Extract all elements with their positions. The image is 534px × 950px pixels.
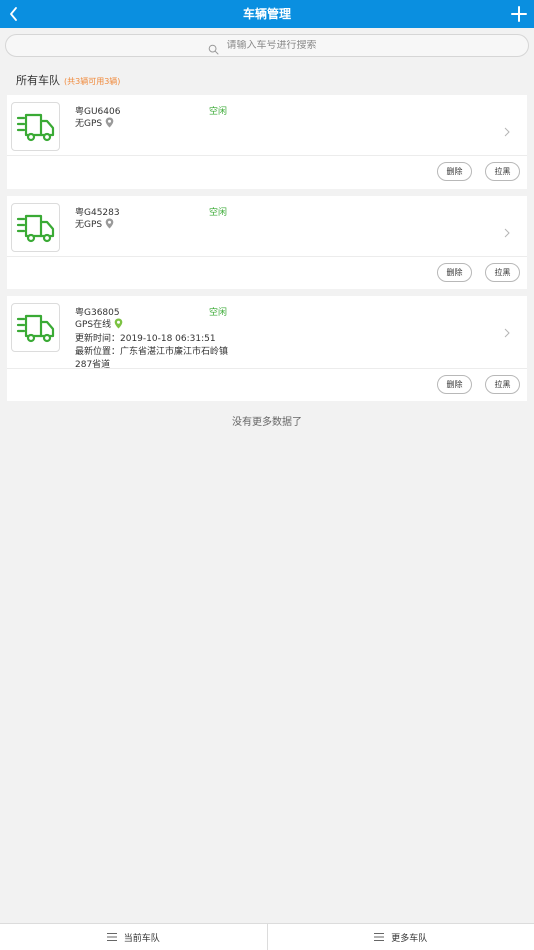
page-title: 车辆管理 [242, 7, 291, 21]
blacklist-button[interactable]: 拉黑 [485, 263, 520, 282]
latest-location: 最新位置：广东省湛江市廉江市石岭镇 [75, 347, 229, 357]
tab-current-fleet[interactable]: 当前车队 [0, 924, 267, 950]
list-end-text: 没有更多数据了 [232, 417, 302, 428]
tab-more-fleets[interactable]: 更多车队 [266, 924, 534, 950]
gps-status: 无GPS [75, 217, 114, 230]
delete-button[interactable]: 删除 [437, 162, 472, 181]
search-bar[interactable] [5, 34, 529, 57]
vehicle-card: 粤G45283 空闲 无GPS 删除 拉黑 [7, 196, 527, 289]
gps-status-label: GPS在线 [75, 320, 112, 330]
gps-status-label: 无GPS [75, 220, 103, 230]
gps-status: 无GPS [75, 116, 114, 129]
location-pin-icon [105, 218, 114, 229]
update-time: 更新时间：2019-10-18 06:31:51 [75, 334, 216, 344]
truck-icon [11, 303, 60, 352]
bottom-tab-bar: 当前车队 更多车队 [0, 923, 534, 950]
vehicle-status: 空闲 [209, 308, 228, 318]
vehicle-status: 空闲 [209, 208, 228, 218]
blacklist-button[interactable]: 拉黑 [485, 162, 520, 181]
fleet-summary: (共3辆可用3辆) [64, 77, 121, 86]
fleet-title: 所有车队 [16, 74, 60, 87]
tab-label: 当前车队 [123, 933, 160, 944]
chevron-right-icon [503, 323, 511, 338]
blacklist-button[interactable]: 拉黑 [485, 375, 520, 394]
chevron-right-icon [503, 122, 511, 137]
vehicle-card: 粤G36805 空闲 GPS在线 更新时间：2019-10-18 06:31:5… [7, 296, 527, 401]
truck-icon [11, 102, 60, 151]
vehicle-actions: 删除 拉黑 [7, 369, 527, 401]
vehicle-card-body[interactable]: 粤G36805 空闲 GPS在线 更新时间：2019-10-18 06:31:5… [7, 296, 527, 370]
chevron-right-icon [503, 223, 511, 238]
gps-status: GPS在线 [75, 317, 123, 330]
menu-icon [106, 933, 117, 941]
vehicle-actions: 删除 拉黑 [7, 156, 527, 189]
location-pin-icon [114, 318, 123, 329]
vehicle-card: 粤GU6406 空闲 无GPS 删除 拉黑 [7, 95, 527, 189]
delete-button[interactable]: 删除 [437, 375, 472, 394]
search-input[interactable] [226, 40, 327, 51]
nav-bar: 车辆管理 [0, 0, 534, 28]
menu-icon [374, 933, 385, 941]
location-pin-icon [105, 117, 114, 128]
gps-status-label: 无GPS [75, 119, 103, 129]
fleet-section-title: 所有车队 (共3辆可用3辆) [16, 72, 120, 88]
delete-button[interactable]: 删除 [437, 263, 472, 282]
plus-icon[interactable] [508, 3, 530, 25]
search-icon [208, 40, 219, 55]
vehicle-card-body[interactable]: 粤G45283 空闲 无GPS [7, 196, 527, 257]
truck-icon [11, 203, 60, 252]
vehicle-actions: 删除 拉黑 [7, 257, 527, 289]
vehicle-card-body[interactable]: 粤GU6406 空闲 无GPS [7, 95, 527, 156]
vehicle-status: 空闲 [209, 107, 228, 117]
tab-label: 更多车队 [391, 933, 428, 944]
